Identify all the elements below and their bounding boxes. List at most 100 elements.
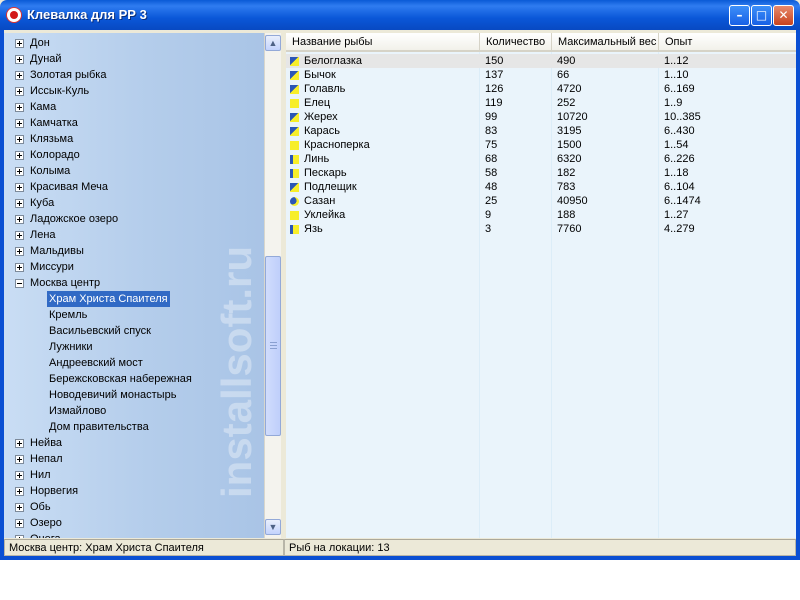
tree-item-label: Измайлово bbox=[49, 405, 107, 417]
tree-item[interactable]: Лужники bbox=[4, 339, 259, 355]
tree-item[interactable]: Новодевичий монастырь bbox=[4, 387, 259, 403]
fish-max-weight-cell: 1500 bbox=[557, 139, 582, 151]
fish-row[interactable]: Пескарь 58 182 1..18 bbox=[286, 166, 796, 180]
tree-item[interactable]: Дом правительства bbox=[4, 419, 259, 435]
fish-bite-icon bbox=[290, 155, 299, 164]
expand-plus-icon[interactable] bbox=[15, 199, 24, 208]
expand-plus-icon[interactable] bbox=[15, 231, 24, 240]
tree-item[interactable]: Камчатка bbox=[4, 115, 259, 131]
tree-item[interactable]: Обь bbox=[4, 499, 259, 515]
fish-row[interactable]: Жерех 99 10720 10..385 bbox=[286, 110, 796, 124]
fish-list[interactable]: Название рыбы Количество Максимальный ве… bbox=[286, 33, 796, 538]
scroll-up-button[interactable]: ▲ bbox=[265, 35, 281, 51]
fish-max-weight-cell: 6320 bbox=[557, 153, 582, 165]
expand-plus-icon[interactable] bbox=[15, 247, 24, 256]
column-header-count[interactable]: Количество bbox=[480, 33, 552, 50]
tree-item[interactable]: Мальдивы bbox=[4, 243, 259, 259]
tree-item[interactable]: Лена bbox=[4, 227, 259, 243]
tree-item[interactable]: Москва центр bbox=[4, 275, 259, 291]
maximize-button[interactable]: □ bbox=[751, 5, 772, 26]
fish-row[interactable]: Белоглазка 150 490 1..12 bbox=[286, 54, 796, 68]
tree-item[interactable]: Красивая Меча bbox=[4, 179, 259, 195]
fish-row[interactable]: Уклейка 9 188 1..27 bbox=[286, 208, 796, 222]
tree-item[interactable]: Озеро bbox=[4, 515, 259, 531]
tree-item[interactable]: Храм Христа Спаителя bbox=[4, 291, 259, 307]
tree-item[interactable]: Кремль bbox=[4, 307, 259, 323]
collapse-minus-icon[interactable] bbox=[15, 279, 24, 288]
tree-item[interactable]: Норвегия bbox=[4, 483, 259, 499]
tree-item[interactable]: Андреевский мост bbox=[4, 355, 259, 371]
fish-count-cell: 3 bbox=[485, 223, 492, 235]
expand-plus-icon[interactable] bbox=[15, 183, 24, 192]
scroll-down-button[interactable]: ▼ bbox=[265, 519, 281, 535]
tree-item[interactable]: Иссык-Куль bbox=[4, 83, 259, 99]
expand-plus-icon[interactable] bbox=[15, 55, 24, 64]
tree-item-label: Золотая рыбка bbox=[30, 69, 107, 81]
expand-plus-icon[interactable] bbox=[15, 263, 24, 272]
expand-plus-icon[interactable] bbox=[15, 455, 24, 464]
tree-item-label: Обь bbox=[30, 501, 51, 513]
tree-item[interactable]: Онега bbox=[4, 531, 259, 538]
fish-row[interactable]: Карась 83 3195 6..430 bbox=[286, 124, 796, 138]
tree-item[interactable]: Ладожское озеро bbox=[4, 211, 259, 227]
tree-item[interactable]: Нейва bbox=[4, 435, 259, 451]
tree-item-label: Лена bbox=[30, 229, 56, 241]
expand-plus-icon[interactable] bbox=[15, 535, 24, 538]
tree-item[interactable]: Нил bbox=[4, 467, 259, 483]
fish-row[interactable]: Голавль 126 4720 6..169 bbox=[286, 82, 796, 96]
tree-item[interactable]: Непал bbox=[4, 451, 259, 467]
fish-name-cell: Уклейка bbox=[304, 209, 346, 221]
fish-row[interactable]: Красноперка 75 1500 1..54 bbox=[286, 138, 796, 152]
tree-item-label: Новодевичий монастырь bbox=[49, 389, 177, 401]
expand-plus-icon[interactable] bbox=[15, 439, 24, 448]
expand-plus-icon[interactable] bbox=[15, 503, 24, 512]
tree-item-label: Ладожское озеро bbox=[30, 213, 119, 225]
tree-item[interactable]: Васильевский спуск bbox=[4, 323, 259, 339]
expand-plus-icon[interactable] bbox=[15, 151, 24, 160]
fish-max-weight-cell: 490 bbox=[557, 55, 576, 67]
tree-item[interactable]: Колыма bbox=[4, 163, 259, 179]
tree-item[interactable]: Клязьма bbox=[4, 131, 259, 147]
expand-plus-icon[interactable] bbox=[15, 39, 24, 48]
tree-item[interactable]: Золотая рыбка bbox=[4, 67, 259, 83]
expand-plus-icon[interactable] bbox=[15, 103, 24, 112]
fish-row[interactable]: Сазан 25 40950 6..1474 bbox=[286, 194, 796, 208]
expand-plus-icon[interactable] bbox=[15, 471, 24, 480]
fish-row[interactable]: Бычок 137 66 1..10 bbox=[286, 68, 796, 82]
fish-name-cell: Линь bbox=[304, 153, 330, 165]
tree-scrollbar[interactable]: ▲ ▼ bbox=[264, 33, 282, 538]
expand-plus-icon[interactable] bbox=[15, 87, 24, 96]
expand-plus-icon[interactable] bbox=[15, 487, 24, 496]
tree-item[interactable]: Дунай bbox=[4, 51, 259, 67]
tree-item[interactable]: Бережсковская набережная bbox=[4, 371, 259, 387]
expand-plus-icon[interactable] bbox=[15, 119, 24, 128]
column-header-name[interactable]: Название рыбы bbox=[286, 33, 480, 50]
tree-item-label: Куба bbox=[30, 197, 55, 209]
fish-row[interactable]: Елец 119 252 1..9 bbox=[286, 96, 796, 110]
fish-count-cell: 68 bbox=[485, 153, 498, 165]
column-header-max-weight[interactable]: Максимальный вес bbox=[552, 33, 659, 50]
tree-item[interactable]: Кама bbox=[4, 99, 259, 115]
close-button[interactable]: ✕ bbox=[773, 5, 794, 26]
tree-item[interactable]: Миссури bbox=[4, 259, 259, 275]
tree-item[interactable]: Измайлово bbox=[4, 403, 259, 419]
fish-row[interactable]: Язь 3 7760 4..279 bbox=[286, 222, 796, 236]
expand-plus-icon[interactable] bbox=[15, 71, 24, 80]
fish-row[interactable]: Линь 68 6320 6..226 bbox=[286, 152, 796, 166]
fish-row[interactable]: Подлещик 48 783 6..104 bbox=[286, 180, 796, 194]
expand-plus-icon[interactable] bbox=[15, 167, 24, 176]
expand-plus-icon[interactable] bbox=[15, 135, 24, 144]
minimize-button[interactable]: – bbox=[729, 5, 750, 26]
scroll-thumb[interactable] bbox=[265, 256, 281, 436]
expand-plus-icon[interactable] bbox=[15, 215, 24, 224]
tree-item[interactable]: Колорадо bbox=[4, 147, 259, 163]
location-tree[interactable]: installsoft.ru Дон Дунай Золотая рыбка Иссы… bbox=[4, 33, 264, 538]
fish-count-cell: 83 bbox=[485, 125, 498, 137]
app-icon[interactable] bbox=[6, 7, 22, 23]
tree-item-label: Храм Христа Спаителя bbox=[47, 291, 170, 307]
expand-plus-icon[interactable] bbox=[15, 519, 24, 528]
tree-item[interactable]: Куба bbox=[4, 195, 259, 211]
tree-item[interactable]: Дон bbox=[4, 35, 259, 51]
column-header-experience[interactable]: Опыт bbox=[659, 33, 796, 50]
title-bar[interactable]: Клевалка для РР 3 – □ ✕ bbox=[0, 0, 800, 30]
